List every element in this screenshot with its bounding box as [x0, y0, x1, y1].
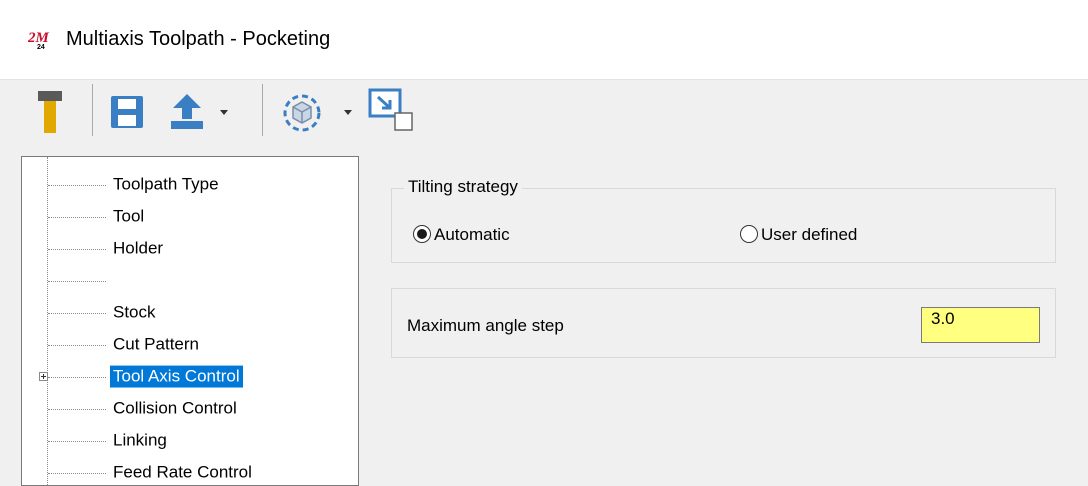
tree-item-feed-rate-control[interactable]: Feed Rate Control: [22, 457, 358, 485]
tree-item-label: Tool Axis Control: [109, 364, 244, 389]
tree-item-label: Toolpath Type: [113, 174, 219, 194]
parameter-tree: Toolpath Type Tool Holder Stock Cut Patt…: [21, 156, 359, 486]
tree-item-collision-control[interactable]: Collision Control: [22, 393, 358, 425]
tree-item-tool-axis-control[interactable]: Tool Axis Control: [22, 361, 358, 393]
tree-item-label: Tool: [113, 206, 145, 226]
tool-icon[interactable]: [36, 89, 64, 135]
minimize-dialog-icon[interactable]: [368, 88, 414, 134]
tree-item-cut-pattern[interactable]: Cut Pattern: [22, 329, 358, 361]
expand-icon[interactable]: [39, 372, 48, 381]
upload-icon[interactable]: [170, 93, 230, 131]
tree-item-blank[interactable]: [22, 265, 358, 297]
automatic-radio-label[interactable]: Automatic: [434, 225, 510, 245]
svg-text:24: 24: [37, 44, 45, 50]
tree-item-holder[interactable]: Holder: [22, 233, 358, 265]
stock-view-icon[interactable]: [282, 93, 360, 133]
automatic-radio[interactable]: [413, 225, 431, 243]
save-icon[interactable]: [110, 95, 144, 129]
tree-item-label: Holder: [113, 238, 164, 258]
window-title: Multiaxis Toolpath - Pocketing: [66, 28, 331, 50]
tree-item-label: Cut Pattern: [113, 334, 199, 354]
tree-item-linking[interactable]: Linking: [22, 425, 358, 457]
tree-item-label: Linking: [113, 430, 167, 450]
toolbar-separator: [262, 84, 263, 136]
tree-item-toolpath-type[interactable]: Toolpath Type: [22, 169, 358, 201]
user-defined-radio-label[interactable]: User defined: [761, 225, 857, 245]
chevron-down-icon: [344, 110, 352, 115]
toolbar: [0, 80, 1088, 140]
chevron-down-icon: [220, 110, 228, 115]
tree-item-tool[interactable]: Tool: [22, 201, 358, 233]
toolbar-separator: [92, 84, 93, 136]
tree-item-label: Feed Rate Control: [113, 462, 252, 482]
maximum-angle-step-label: Maximum angle step: [407, 316, 564, 335]
title-bar: 2M 24 Multiaxis Toolpath - Pocketing: [0, 0, 1088, 80]
tree-item-stock[interactable]: Stock: [22, 297, 358, 329]
tree-item-label: Collision Control: [113, 398, 237, 418]
mastercam-logo-icon: 2M 24: [28, 30, 50, 50]
tilting-strategy-title: Tilting strategy: [404, 177, 522, 197]
maximum-angle-step-input[interactable]: [921, 307, 1040, 343]
tree-item-label: Stock: [113, 302, 156, 322]
user-defined-radio[interactable]: [740, 225, 758, 243]
